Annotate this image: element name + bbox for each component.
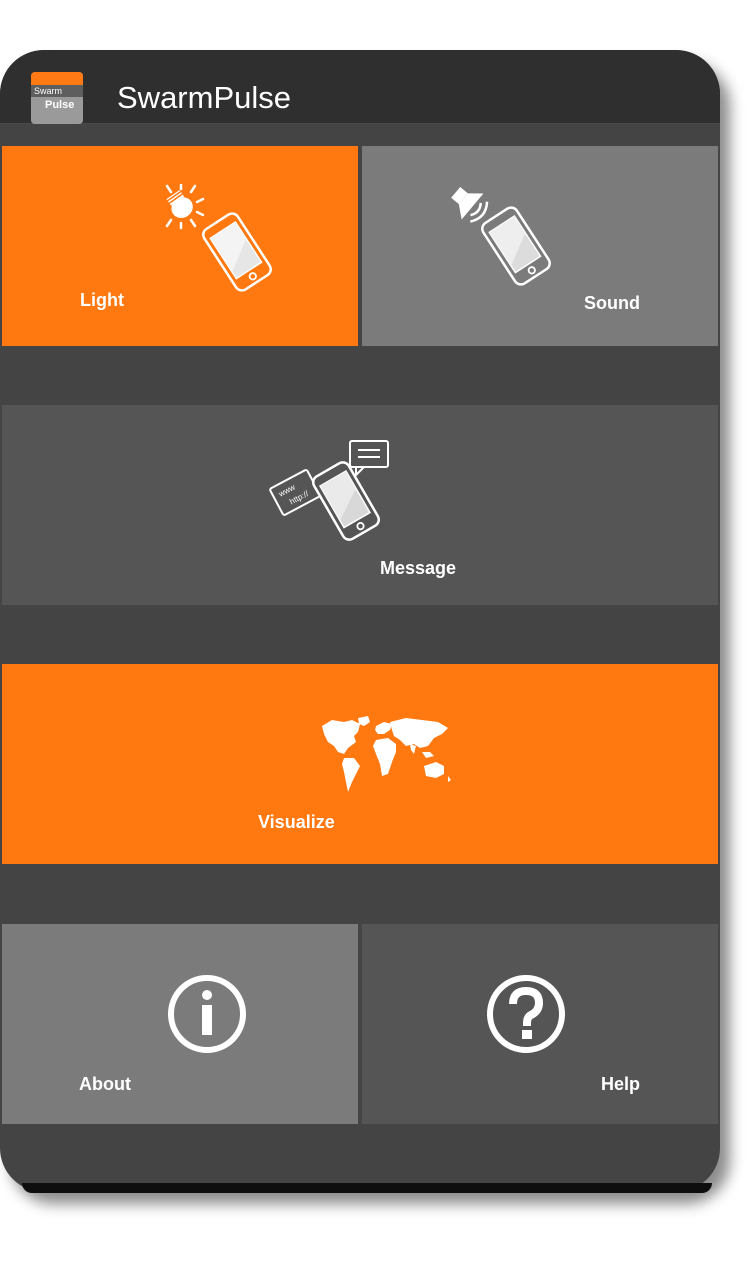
light-tile[interactable]: Light xyxy=(2,146,358,346)
app-bar: Swarm Pulse SwarmPulse xyxy=(0,50,720,124)
visualize-label: Visualize xyxy=(258,812,335,832)
app-title: SwarmPulse xyxy=(117,80,291,115)
logo-text-pulse: Pulse xyxy=(45,99,75,111)
light-label: Light xyxy=(80,290,124,310)
phone-lightbulb-icon xyxy=(165,184,272,292)
device-frame: Swarm Pulse SwarmPulse Light Sound www h… xyxy=(0,50,720,1192)
app-logo: Swarm Pulse xyxy=(31,72,83,124)
world-map-icon xyxy=(322,716,451,792)
about-label: About xyxy=(79,1074,131,1094)
device-bottom-edge xyxy=(22,1183,712,1193)
help-tile[interactable]: Help xyxy=(362,924,718,1124)
sound-tile[interactable]: Sound xyxy=(362,146,718,346)
help-label: Help xyxy=(601,1074,641,1094)
message-tile[interactable]: www http:// Message xyxy=(2,405,718,605)
about-tile[interactable]: About xyxy=(2,924,358,1124)
question-icon xyxy=(487,975,565,1053)
visualize-tile[interactable]: Visualize xyxy=(2,664,718,864)
logo-text-swarm: Swarm xyxy=(34,86,63,96)
phone-message-icon: www http:// xyxy=(269,440,389,541)
info-icon xyxy=(168,975,246,1053)
message-label: Message xyxy=(380,558,457,578)
phone-speaker-icon xyxy=(451,186,551,286)
sound-label: Sound xyxy=(584,293,640,313)
